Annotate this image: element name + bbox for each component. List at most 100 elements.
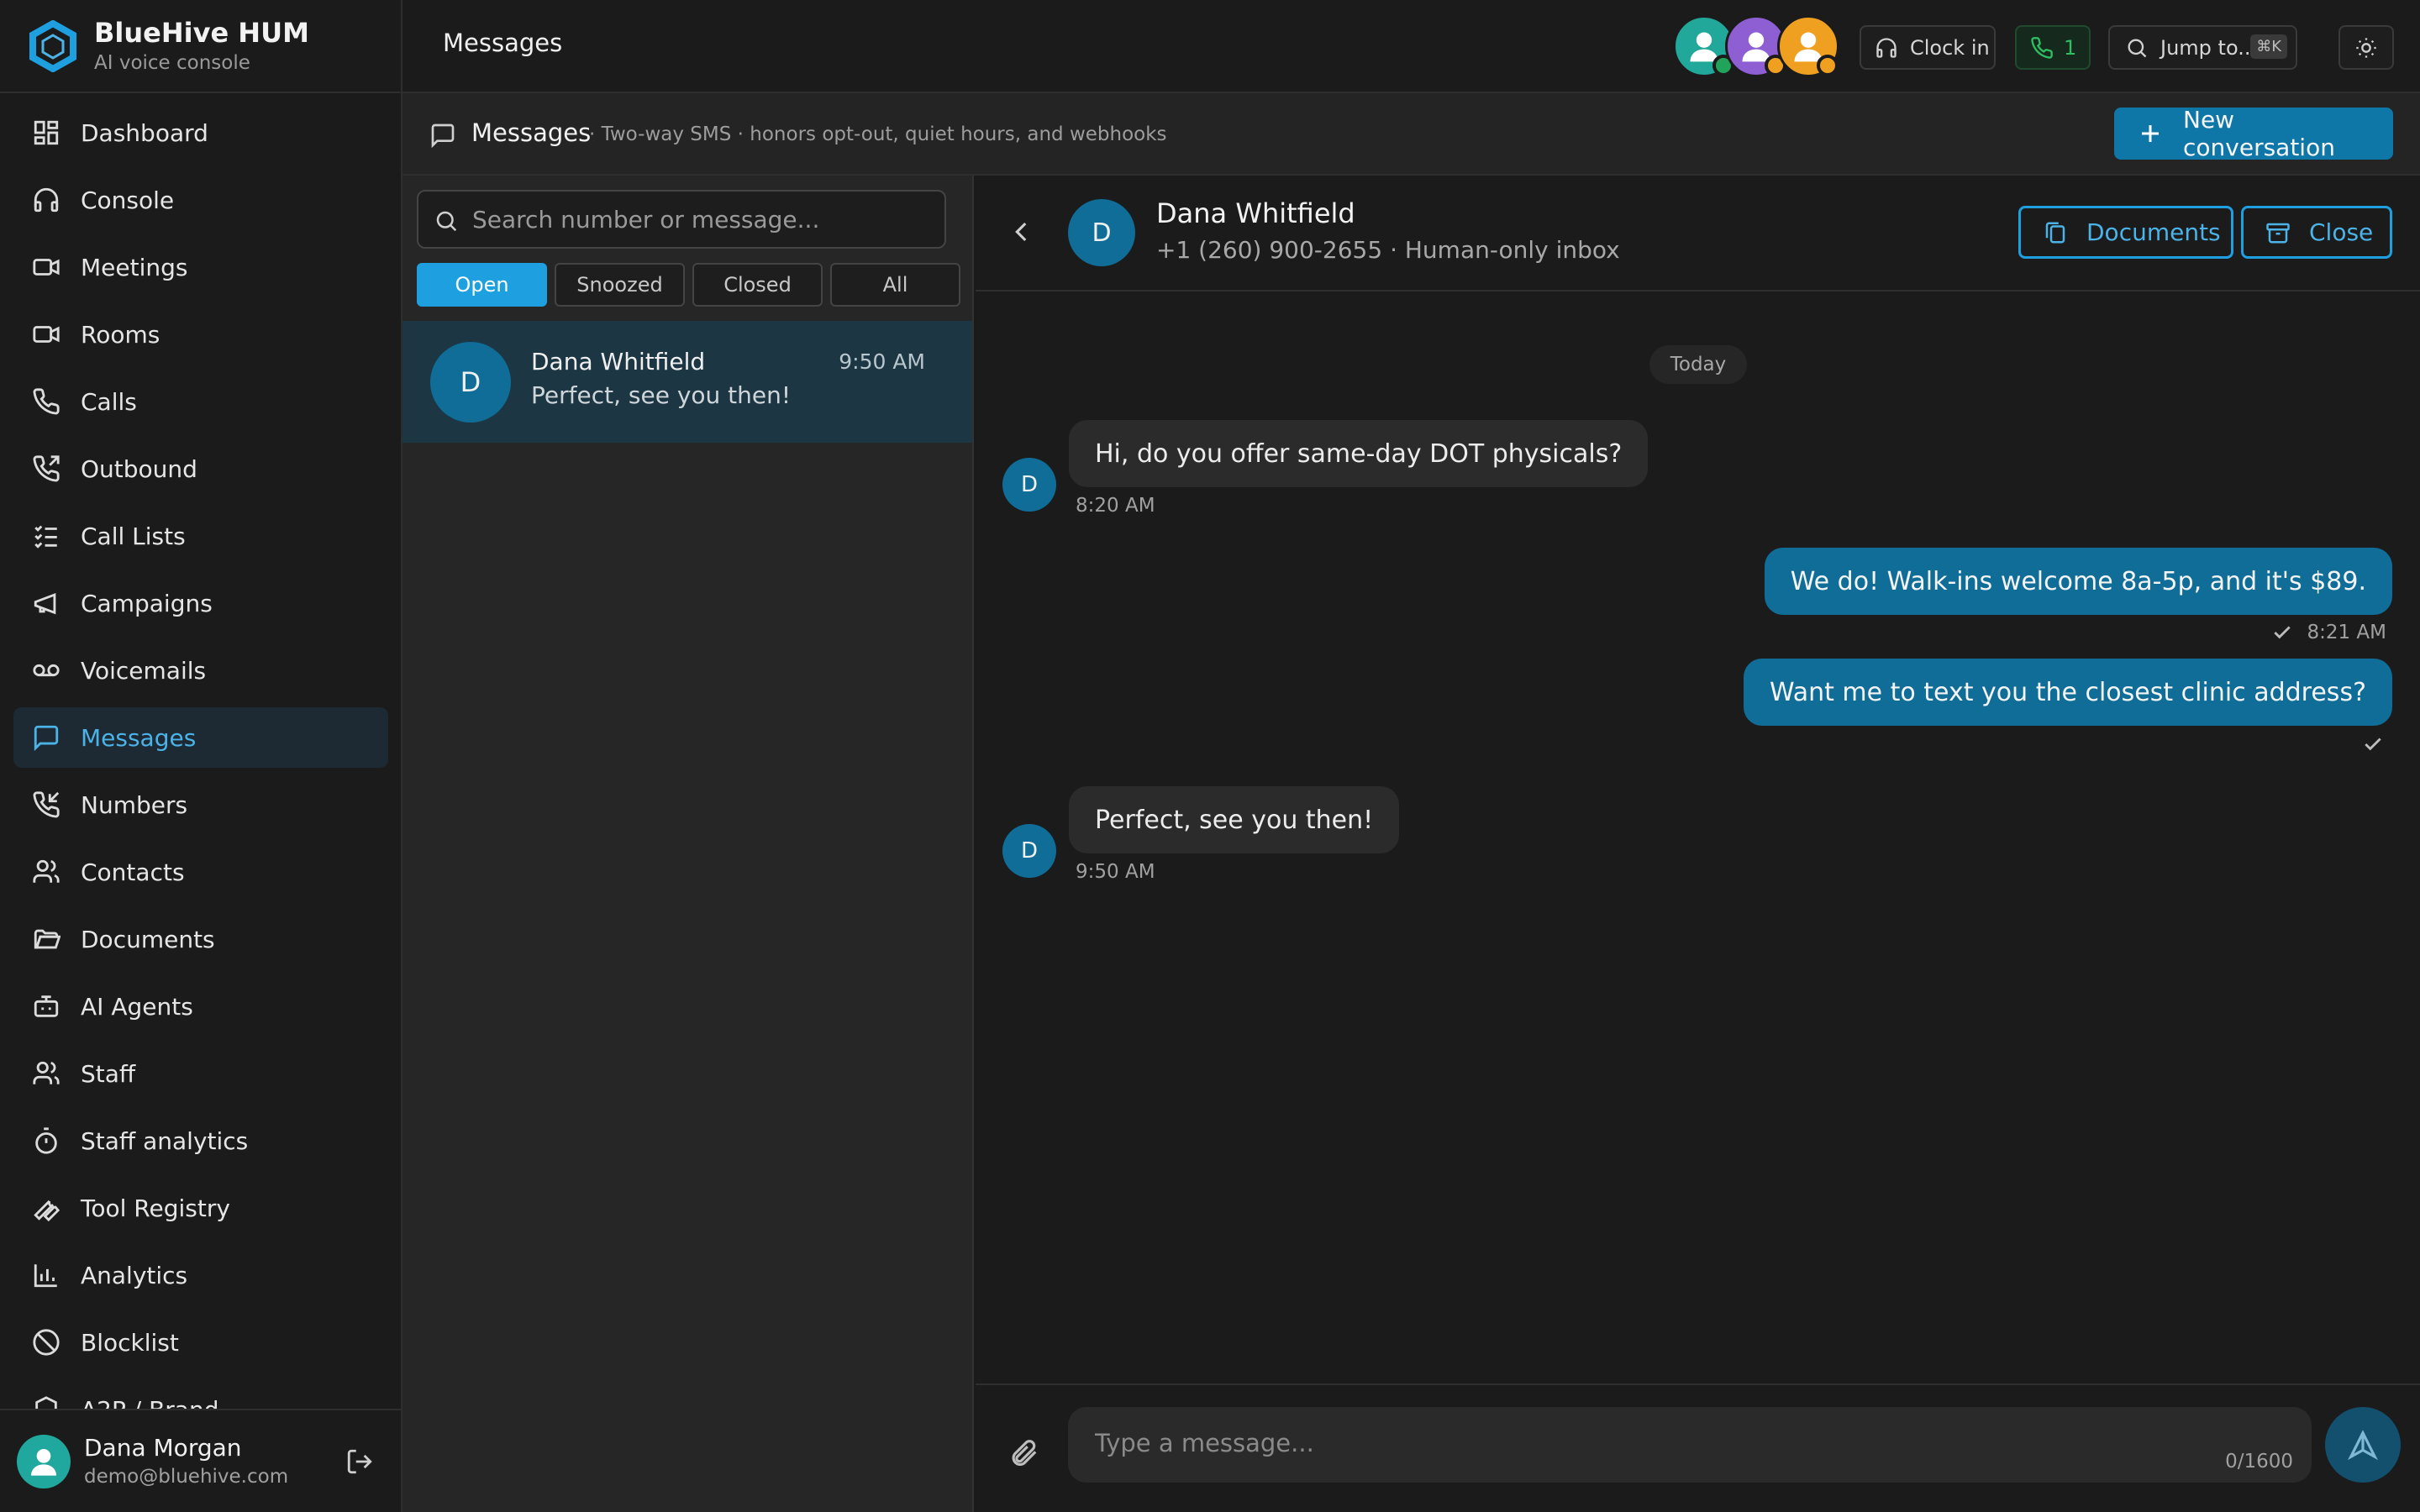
messages-header: Messages · Two-way SMS · honors opt-out,… [402,93,2420,176]
filter-snoozed[interactable]: Snoozed [555,263,685,307]
logout-icon[interactable] [345,1447,374,1476]
message-time: 9:50 AM [1076,861,1155,883]
active-calls-count: 1 [2064,35,2077,60]
sidebar-item-label: Campaigns [81,589,213,617]
phone-icon [32,387,60,416]
last-message-preview: Perfect, see you then! [531,381,792,409]
sidebar-item-contacts[interactable]: Contacts [13,842,388,902]
sidebar-item-meetings[interactable]: Meetings [13,237,388,297]
list-check-icon [32,522,60,550]
bluehive-logo-icon [27,19,79,72]
jump-to-search[interactable]: Jump to... ⌘K [2108,25,2297,70]
message-bubble-incoming: Hi, do you offer same-day DOT physicals? [1069,420,1649,487]
section-title: Messages [471,118,592,147]
new-conversation-button[interactable]: New conversation [2114,106,2393,161]
sidebar-item-staff-analytics[interactable]: Staff analytics [13,1110,388,1171]
sidebar-item-label: Messages [81,723,197,752]
sidebar-item-a2p-brand[interactable]: A2P / Brand [13,1379,388,1409]
phone-outgoing-icon [32,454,60,483]
brand[interactable]: BlueHive HUM AI voice console [0,0,401,93]
contact-detail: +1 (260) 900-2655 · Human-only inbox [1156,236,1620,264]
send-button[interactable] [2325,1407,2401,1483]
filter-all[interactable]: All [830,263,960,307]
contact-avatar: D [1002,458,1056,512]
section-description: · Two-way SMS · honors opt-out, quiet ho… [589,123,1167,145]
new-conversation-label: New conversation [2183,106,2335,161]
chat-pane: D Dana Whitfield +1 (260) 900-2655 · Hum… [976,176,2420,1512]
folder-open-icon [32,925,60,953]
sidebar-item-analytics[interactable]: Analytics [13,1245,388,1305]
sidebar-nav: Dashboard Console Meetings Rooms Calls O… [13,102,388,1409]
user-profile[interactable]: Dana Morgan demo@bluehive.com [0,1409,401,1512]
sidebar-item-blocklist[interactable]: Blocklist [13,1312,388,1373]
headphones-icon [1875,36,1898,60]
wrench-icon [32,1194,60,1222]
documents-button[interactable]: Documents [2018,206,2233,259]
sidebar-item-call-lists[interactable]: Call Lists [13,506,388,566]
staff-presence-avatars[interactable] [1673,15,1841,79]
message-square-icon [32,723,60,752]
message-time: 8:21 AM [2307,622,2386,643]
check-icon [2271,622,2293,643]
chevron-left-icon[interactable] [1007,218,1036,246]
copy-document-icon [2043,220,2068,245]
sidebar-item-label: Staff [81,1059,136,1088]
sidebar-item-rooms[interactable]: Rooms [13,304,388,365]
clock-in-button[interactable]: Clock in [1860,25,1996,70]
sidebar-item-label: Meetings [81,253,188,281]
message-bubble-outgoing: Want me to text you the closest clinic a… [1743,659,2392,726]
sidebar-item-ai-agents[interactable]: AI Agents [13,976,388,1037]
chat-header: D Dana Whitfield +1 (260) 900-2655 · Hum… [976,176,2420,291]
message-input-box[interactable]: 0/1600 [1068,1407,2312,1483]
sidebar-item-campaigns[interactable]: Campaigns [13,573,388,633]
sidebar-item-staff[interactable]: Staff [13,1043,388,1104]
message-bubble-outgoing: We do! Walk-ins welcome 8a-5p, and it's … [1764,548,2392,615]
plus-icon [2138,121,2163,146]
theme-toggle-button[interactable] [2338,25,2394,70]
sidebar-item-tool-registry[interactable]: Tool Registry [13,1178,388,1238]
ban-icon [32,1328,60,1357]
conversation-filters: Open Snoozed Closed All [417,263,968,307]
headphones-icon [32,186,60,214]
contact-avatar: D [1002,824,1056,878]
sidebar-item-label: A2P / Brand [81,1396,219,1410]
sidebar-item-numbers[interactable]: Numbers [13,774,388,835]
sidebar-item-label: Dashboard [81,118,208,147]
message-bubble-incoming: Perfect, see you then! [1069,786,1400,853]
search-icon [434,208,459,234]
last-message-time: 9:50 AM [839,349,925,374]
active-calls-button[interactable]: 1 [2015,25,2091,70]
sidebar-item-voicemails[interactable]: Voicemails [13,640,388,701]
documents-label: Documents [2086,218,2221,246]
user-email: demo@bluehive.com [84,1465,289,1488]
message-composer: 0/1600 [976,1383,2420,1512]
message-square-icon [429,122,456,149]
sidebar-item-messages[interactable]: Messages [13,707,388,768]
avatar[interactable] [1777,15,1839,77]
check-icon [2362,733,2384,755]
sidebar-item-label: Staff analytics [81,1126,249,1155]
sidebar-item-calls[interactable]: Calls [13,371,388,432]
contact-avatar: D [430,342,511,423]
close-label: Close [2309,218,2374,246]
sidebar-item-label: Blocklist [81,1328,179,1357]
sidebar-item-label: Rooms [81,320,160,349]
paperclip-icon[interactable] [1007,1437,1039,1469]
app-name: BlueHive HUM [94,16,309,49]
sidebar-item-documents[interactable]: Documents [13,909,388,969]
conversation-search[interactable] [417,190,946,249]
close-conversation-button[interactable]: Close [2241,206,2392,259]
filter-open[interactable]: Open [417,263,547,307]
search-input[interactable] [472,205,926,234]
filter-closed[interactable]: Closed [692,263,823,307]
sidebar-item-console[interactable]: Console [13,170,388,230]
contact-avatar: D [1068,199,1135,266]
bar-chart-icon [32,1261,60,1289]
message-input[interactable] [1095,1429,2187,1462]
list-item[interactable]: D Dana Whitfield 9:50 AM Perfect, see yo… [402,321,972,443]
bot-icon [32,992,60,1021]
sidebar-item-dashboard[interactable]: Dashboard [13,102,388,163]
sidebar-item-outbound[interactable]: Outbound [13,438,388,499]
sidebar-item-label: Calls [81,387,137,416]
users-icon [32,858,60,886]
